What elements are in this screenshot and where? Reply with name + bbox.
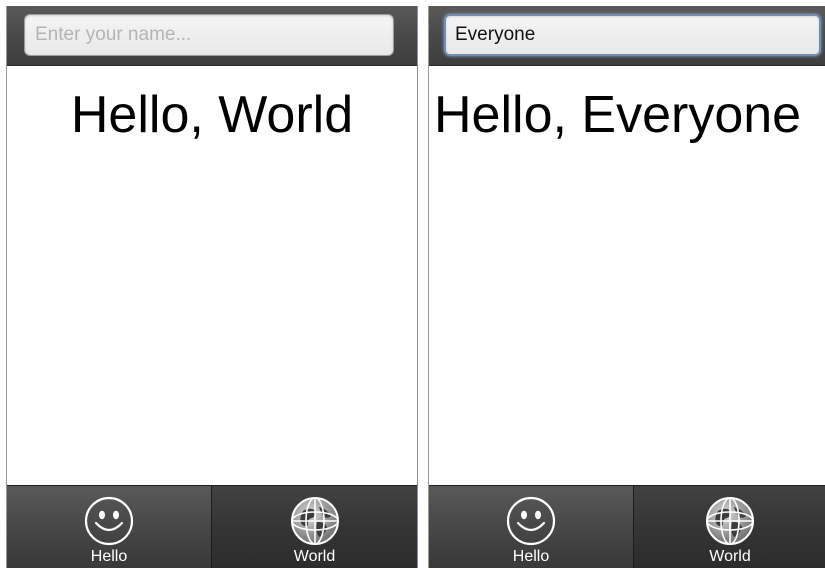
name-input[interactable] — [444, 14, 821, 56]
tab-hello[interactable]: Hello — [429, 486, 633, 568]
globe-icon — [290, 497, 339, 545]
tab-hello-label: Hello — [512, 548, 550, 565]
phone-screen-right: Hello, Everyone Hello — [428, 6, 825, 568]
top-toolbar — [429, 6, 825, 66]
name-input[interactable] — [24, 14, 394, 56]
top-toolbar — [7, 6, 417, 66]
phone-screen-left: Hello, World Hello — [6, 6, 418, 568]
content-area: Hello, Everyone — [429, 66, 825, 486]
tab-bar: Hello World — [7, 485, 417, 568]
tab-world[interactable]: World — [633, 486, 825, 568]
screenshot-stage: Hello, World Hello — [0, 0, 825, 568]
content-area: Hello, World — [7, 66, 417, 486]
tab-bar: Hello World — [429, 485, 825, 568]
smiley-icon — [506, 496, 556, 546]
greeting-text: Hello, Everyone — [434, 86, 802, 144]
smiley-icon — [84, 496, 134, 546]
tab-world-label: World — [293, 548, 336, 565]
tab-hello-label: Hello — [90, 548, 128, 565]
tab-world-label: World — [709, 548, 751, 565]
tab-hello[interactable]: Hello — [7, 486, 211, 568]
tab-world[interactable]: World — [211, 486, 417, 568]
greeting-text: Hello, World — [70, 86, 354, 144]
globe-icon — [706, 497, 754, 545]
